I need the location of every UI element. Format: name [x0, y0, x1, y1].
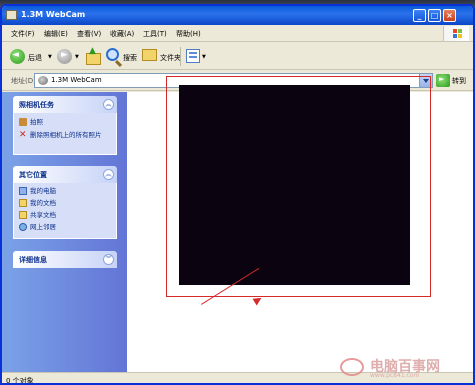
go-button-label[interactable]: 转到: [452, 76, 466, 86]
delete-all-photos-link[interactable]: 删除照相机上的所有照片: [30, 131, 114, 139]
my-computer-link[interactable]: 我的电脑: [30, 187, 56, 195]
network-places-icon: [19, 223, 27, 231]
forward-arrow-icon[interactable]: [57, 49, 72, 64]
menu-file[interactable]: 文件(F): [11, 29, 35, 39]
details-title: 详细信息: [19, 256, 47, 264]
watermark-url: www.pc841.com: [370, 372, 420, 379]
site-watermark: 电脑百事网 www.pc841.com: [340, 356, 475, 380]
shared-documents-icon: [19, 211, 27, 219]
other-places-title: 其它位置: [19, 171, 47, 179]
status-text: 0 个对象: [6, 377, 34, 385]
watermark-logo-icon: [340, 358, 364, 376]
camera-tasks-header[interactable]: 照相机任务 ︽: [13, 96, 117, 113]
collapse-chevron-icon[interactable]: ︽: [103, 169, 114, 180]
windows-logo: [443, 26, 469, 41]
menu-edit[interactable]: 编辑(E): [44, 29, 68, 39]
address-value[interactable]: 1.3M WebCam: [51, 76, 102, 84]
take-photo-icon: [19, 118, 27, 126]
back-history-chevron-icon[interactable]: ▼: [48, 54, 52, 60]
address-label: 地址(D): [11, 77, 36, 85]
folder-up-icon[interactable]: [86, 46, 101, 65]
folders-icon[interactable]: [142, 49, 157, 61]
task-pane: 照相机任务 ︽ 拍照 ✕ 删除照相机上的所有照片 其它位置 ︽ 我的电脑 我的文…: [2, 92, 127, 372]
title-bar[interactable]: 1.3M WebCam _ □ ×: [2, 6, 473, 25]
toolbar: 后退 ▼ ▼ 搜索 文件夹 ▼: [2, 43, 473, 70]
search-icon[interactable]: [106, 48, 119, 61]
menu-bar: 文件(F) 编辑(E) 查看(V) 收藏(A) 工具(T) 帮助(H): [2, 25, 473, 42]
minimize-button[interactable]: _: [413, 9, 426, 22]
details-header[interactable]: 详细信息 ︾: [13, 251, 117, 268]
search-button-label[interactable]: 搜索: [123, 53, 137, 63]
collapse-chevron-icon[interactable]: ︽: [103, 99, 114, 110]
other-places-panel: 我的电脑 我的文档 共享文档 网上邻居: [13, 183, 117, 239]
back-button-label[interactable]: 后退: [28, 53, 42, 63]
my-documents-icon: [19, 199, 27, 207]
webcam-device-icon: [38, 76, 48, 85]
maximize-button[interactable]: □: [428, 9, 441, 22]
close-button[interactable]: ×: [443, 9, 456, 22]
delete-x-icon: ✕: [19, 130, 27, 140]
go-arrow-icon[interactable]: [436, 74, 450, 87]
views-icon[interactable]: [186, 49, 200, 63]
menu-view[interactable]: 查看(V): [77, 29, 101, 39]
highlight-rectangle: [166, 76, 431, 297]
folders-button-label[interactable]: 文件夹: [160, 53, 181, 63]
shared-documents-link[interactable]: 共享文档: [30, 211, 56, 219]
expand-chevron-icon[interactable]: ︾: [103, 254, 114, 265]
camera-tasks-panel: 拍照 ✕ 删除照相机上的所有照片: [13, 113, 117, 155]
toolbar-separator: [180, 47, 181, 66]
menu-help[interactable]: 帮助(H): [176, 29, 201, 39]
network-places-link[interactable]: 网上邻居: [30, 223, 56, 231]
my-computer-icon: [19, 187, 27, 195]
back-arrow-icon[interactable]: [10, 49, 25, 64]
window-title: 1.3M WebCam: [21, 10, 86, 19]
take-photo-link[interactable]: 拍照: [30, 118, 43, 126]
other-places-header[interactable]: 其它位置 ︽: [13, 166, 117, 183]
menu-favorites[interactable]: 收藏(A): [110, 29, 134, 39]
menu-tools[interactable]: 工具(T): [143, 29, 167, 39]
camera-tasks-title: 照相机任务: [19, 101, 54, 109]
forward-history-chevron-icon[interactable]: ▼: [75, 54, 79, 60]
webcam-app-icon: [6, 10, 17, 20]
my-documents-link[interactable]: 我的文档: [30, 199, 56, 207]
views-chevron-down-icon[interactable]: ▼: [202, 54, 206, 60]
